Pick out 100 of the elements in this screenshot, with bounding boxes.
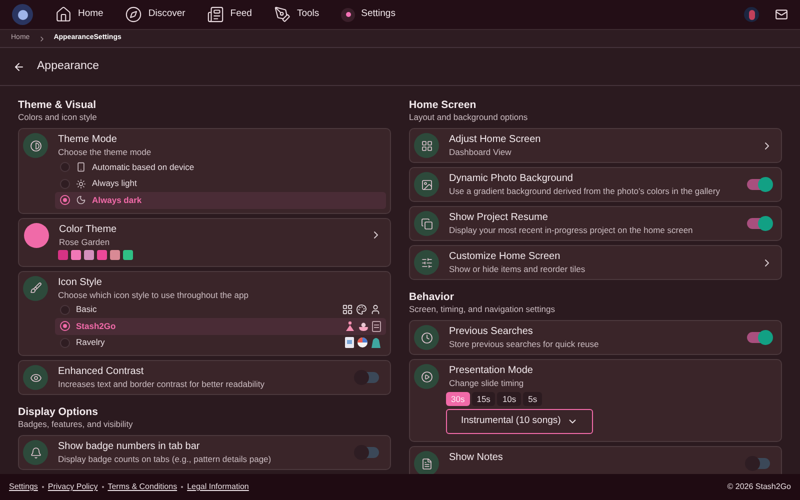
sun-icon (76, 178, 86, 189)
section-subtitle: Layout and background options (409, 112, 529, 123)
footer-link[interactable]: Privacy Policy (48, 481, 98, 493)
card-title: Show Project Resume (449, 211, 549, 224)
copyright-text: © 2026 Stash2Go (727, 481, 791, 493)
footer-link[interactable]: Settings (9, 481, 38, 493)
nav-link[interactable]: Tools (274, 6, 320, 23)
card-subtitle: Display badge counts on tabs (e.g., pattern details page) (58, 453, 272, 465)
copy-icon (420, 218, 432, 230)
moon-icon (76, 195, 86, 206)
timing-tab[interactable]: 15s (472, 392, 496, 406)
card-title: Show Notes (449, 451, 504, 464)
settings-card[interactable]: Customize Home Screen Show or hide items and reorder tiles (409, 245, 782, 280)
compass-icon (125, 6, 142, 23)
radio-option[interactable]: Basic (55, 302, 386, 318)
radio-option[interactable]: Always dark (55, 192, 386, 208)
footer-link[interactable]: Legal Information (187, 481, 249, 493)
pen-icon (274, 6, 291, 23)
card-title: Enhanced Contrast (58, 365, 145, 378)
feed-icon (207, 6, 224, 23)
footer-link[interactable]: Terms & Conditions (108, 481, 178, 493)
card-subtitle: Display your most recent in-progress project on the home screen (449, 224, 694, 236)
nav-link[interactable]: Settings (341, 7, 396, 22)
card-title: Icon Style (58, 276, 103, 288)
section-title: Behavior (409, 291, 455, 304)
nav-link[interactable]: Discover (125, 6, 186, 23)
card-title: Theme Mode (58, 133, 118, 146)
settings-card[interactable]: Color Theme Rose Garden (18, 218, 391, 266)
radio-indicator[interactable] (60, 162, 70, 172)
toggle-switch[interactable] (747, 177, 773, 192)
card-subtitle: Dashboard View (449, 146, 512, 158)
card-subtitle: Rose Garden (59, 236, 111, 248)
toggle-switch[interactable] (747, 330, 773, 345)
option-label: Always light (92, 177, 138, 190)
phone-icon (76, 162, 86, 172)
back-arrow-icon[interactable] (13, 60, 25, 72)
section-title: Home Screen (409, 99, 478, 112)
radio-option[interactable]: Automatic based on device (55, 159, 386, 176)
section-subtitle: Colors and icon style (18, 112, 98, 123)
card-title: Color Theme (59, 222, 118, 236)
page-title: Appearance (37, 58, 100, 74)
house-icon (55, 6, 72, 23)
card-title: Adjust Home Screen (449, 133, 542, 146)
section-title: Display Options (18, 406, 99, 419)
section-title: Theme & Visual (18, 99, 98, 112)
radio-option[interactable]: Ravelry (55, 334, 386, 351)
option-label: Basic (76, 303, 98, 316)
radio-indicator[interactable] (60, 304, 70, 315)
settings-card[interactable]: Adjust Home Screen Dashboard View (409, 128, 782, 163)
image-icon (420, 178, 432, 190)
bell-icon (30, 446, 42, 458)
card-subtitle: Increases text and border contrast for better readability (58, 378, 266, 390)
mail-icon[interactable] (775, 8, 788, 21)
card-subtitle: Choose which icon style to use throughout the app (58, 288, 250, 300)
ball-icon (357, 337, 368, 348)
notepad-icon (345, 337, 354, 348)
radio-option[interactable]: Stash2Go (55, 318, 386, 334)
grid-icon (420, 140, 432, 152)
nav-link[interactable]: Feed (207, 6, 252, 23)
document-icon (420, 458, 432, 470)
clock-icon (420, 332, 432, 344)
timing-tab[interactable]: 10s (497, 392, 522, 406)
document-icon (372, 320, 381, 332)
option-label: Automatic based on device (92, 160, 196, 174)
section-subtitle: Screen, timing, and navigation settings (409, 304, 556, 315)
nav-link[interactable]: Home (55, 6, 104, 23)
option-label: Stash2Go (76, 320, 117, 333)
card-subtitle: Change slide timing (449, 377, 525, 389)
logo-icon[interactable] (12, 4, 33, 25)
playlist-dropdown[interactable]: Instrumental (10 songs) (446, 409, 593, 434)
grid-icon (342, 304, 353, 316)
card-title: Presentation Mode (449, 364, 534, 377)
brush-icon (30, 282, 42, 294)
figure-icon (345, 320, 355, 332)
avatar[interactable] (744, 7, 759, 22)
radio-indicator[interactable] (60, 321, 70, 332)
card-subtitle: Store previous searches for quick reuse (449, 338, 600, 350)
radio-indicator[interactable] (60, 338, 70, 348)
user-icon (370, 304, 381, 316)
radio-indicator[interactable] (60, 195, 70, 206)
option-label: Ravelry (76, 336, 106, 350)
toggle-switch[interactable] (747, 216, 773, 231)
card-subtitle: Use a gradient background derived from the photo's colors in the gallery (449, 185, 721, 197)
radio-option[interactable]: Always light (55, 176, 386, 192)
half-circle-icon (30, 140, 42, 152)
color-swatch-icon (24, 222, 49, 248)
section-subtitle: Badges, features, and visibility (18, 419, 134, 430)
radio-indicator[interactable] (60, 178, 70, 189)
card-title: Customize Home Screen (449, 250, 562, 263)
card-title: Show badge numbers in tab bar (58, 440, 201, 453)
play-icon (420, 370, 432, 382)
palette-icon (356, 304, 367, 316)
card-subtitle: Show or hide items and reorder tiles (449, 263, 586, 275)
timing-tab[interactable]: 5s (523, 392, 542, 406)
option-label: Always dark (92, 194, 143, 207)
card-subtitle: Choose the theme mode (58, 146, 152, 158)
eye-icon (30, 372, 42, 384)
bag-icon (371, 337, 381, 348)
card-title: Previous Searches (449, 325, 534, 338)
card-title: Dynamic Photo Background (449, 172, 574, 185)
